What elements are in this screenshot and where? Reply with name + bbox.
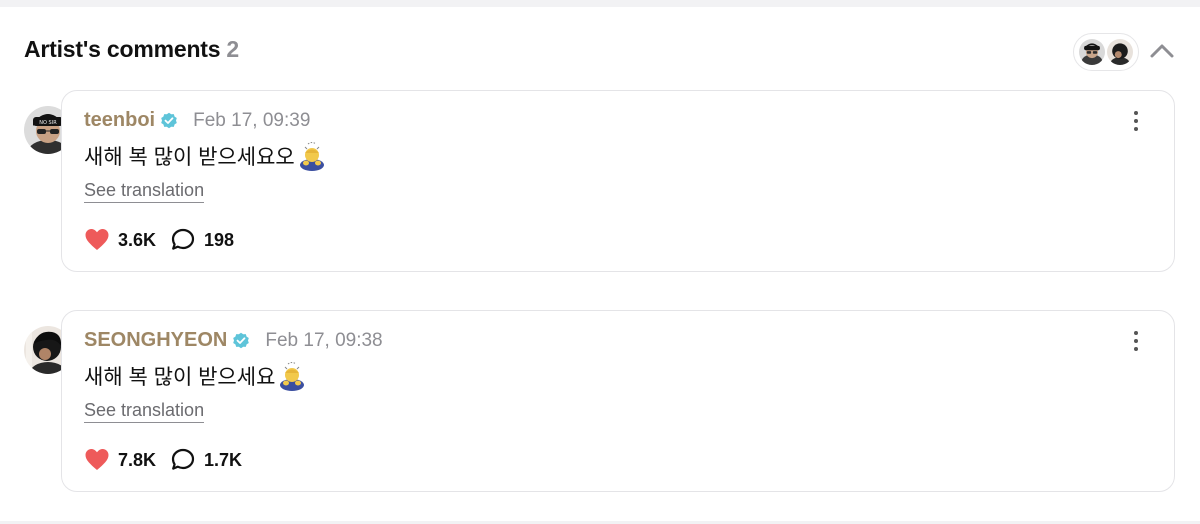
verified-badge-icon	[232, 332, 250, 350]
comment-meta: SEONGHYEON Feb 17, 09:38	[84, 329, 383, 352]
more-vertical-icon	[1134, 111, 1138, 131]
chevron-up-icon	[1150, 44, 1174, 58]
reaction-bar: 3.6K 198	[84, 227, 234, 253]
section-title-text: Artist's comments	[24, 36, 221, 62]
comment-meta: teenboi Feb 17, 09:39	[84, 109, 310, 132]
reply-count: 1.7K	[204, 449, 243, 470]
like-count: 7.8K	[118, 449, 157, 470]
comment-body: 새해 복 많이 받으세요오	[84, 146, 295, 169]
comment-date: Feb 17, 09:38	[265, 329, 383, 351]
artist-avatar-group[interactable]	[1073, 33, 1139, 71]
comment-text: 새해 복 많이 받으세요	[84, 361, 307, 391]
like-count: 3.6K	[118, 229, 157, 250]
comment-count: 2	[226, 36, 239, 62]
svg-text:NO SIR: NO SIR	[39, 120, 57, 126]
see-translation-link[interactable]: See translation	[84, 400, 205, 423]
comment-body: 새해 복 많이 받으세요	[84, 366, 276, 389]
comment-card: teenboi Feb 17, 09:39 새해 복 많이 받으세요오 See …	[61, 90, 1175, 272]
bowing-person-emoji	[297, 141, 327, 171]
speech-bubble-icon	[170, 227, 196, 253]
heart-icon	[84, 227, 110, 253]
comment-date: Feb 17, 09:39	[193, 109, 311, 131]
top-divider	[0, 0, 1200, 7]
artist-avatar-teenboi	[1077, 37, 1107, 67]
heart-icon	[84, 447, 110, 473]
reply-count: 198	[204, 229, 235, 250]
like-button[interactable]: 7.8K	[84, 447, 156, 473]
see-translation-link[interactable]: See translation	[84, 180, 205, 203]
more-options-button[interactable]	[1124, 109, 1148, 133]
artist-avatar-seonghyeon	[1105, 37, 1135, 67]
collapse-button[interactable]	[1146, 36, 1178, 66]
bowing-person-emoji	[277, 361, 307, 391]
username[interactable]: teenboi	[84, 109, 155, 132]
comment-card: SEONGHYEON Feb 17, 09:38 새해 복 많이 받으세요 Se…	[61, 310, 1175, 492]
more-vertical-icon	[1134, 331, 1138, 351]
reply-button[interactable]: 1.7K	[170, 447, 242, 473]
verified-badge-icon	[160, 112, 178, 130]
like-button[interactable]: 3.6K	[84, 227, 156, 253]
more-options-button[interactable]	[1124, 329, 1148, 353]
reaction-bar: 7.8K 1.7K	[84, 447, 242, 473]
comment-text: 새해 복 많이 받으세요오	[84, 141, 327, 171]
section-title: Artist's comments 2	[24, 36, 239, 63]
username[interactable]: SEONGHYEON	[84, 329, 227, 352]
reply-button[interactable]: 198	[170, 227, 234, 253]
speech-bubble-icon	[170, 447, 196, 473]
